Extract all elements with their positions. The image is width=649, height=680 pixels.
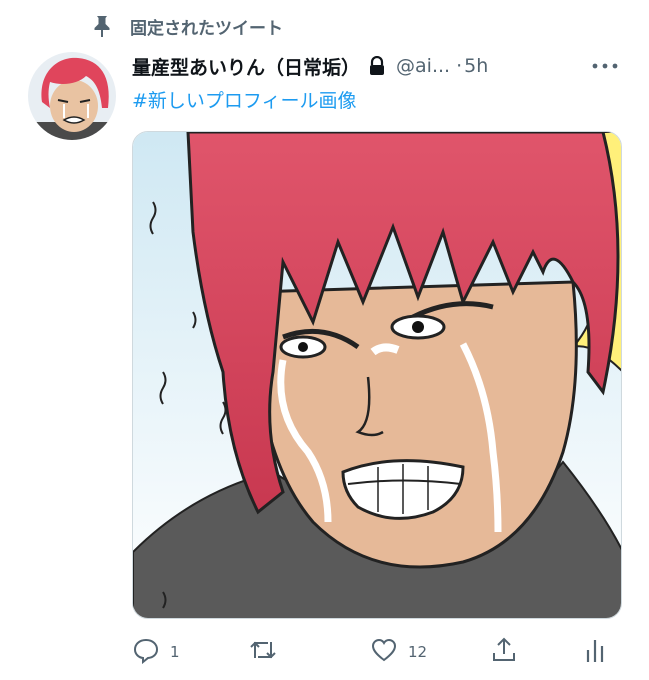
separator-dot: ·: [456, 55, 463, 77]
tweet-action-bar: 1 12: [132, 636, 622, 668]
retweet-icon: [248, 636, 278, 668]
author-name[interactable]: 量産型あいりん（日常垢）: [132, 53, 360, 80]
like-count: 12: [408, 643, 428, 661]
lock-icon: [368, 55, 390, 77]
share-button[interactable]: [490, 636, 518, 668]
share-icon: [490, 636, 518, 668]
pinned-tweet-indicator: 固定されたツイート: [88, 12, 283, 40]
like-button[interactable]: 12: [370, 636, 427, 668]
hashtag-link[interactable]: #新しいプロフィール画像: [132, 86, 357, 113]
analytics-button[interactable]: [582, 636, 608, 668]
tweet-media-image[interactable]: [132, 131, 622, 619]
tweet-header: 量産型あいりん（日常垢） @ai... · 5h: [132, 48, 632, 84]
author-handle[interactable]: @ai...: [396, 55, 450, 77]
reply-count: 1: [170, 643, 180, 661]
pinned-label: 固定されたツイート: [130, 18, 283, 39]
retweet-button[interactable]: [248, 636, 288, 668]
heart-icon: [370, 636, 398, 668]
analytics-icon: [582, 636, 608, 668]
more-options-icon[interactable]: [590, 56, 620, 76]
reply-button[interactable]: 1: [132, 636, 180, 668]
manga-illustration: [133, 132, 621, 618]
reply-icon: [132, 636, 160, 668]
pin-icon: [88, 12, 116, 40]
tweet-timestamp[interactable]: 5h: [464, 55, 488, 77]
avatar[interactable]: [28, 52, 116, 140]
